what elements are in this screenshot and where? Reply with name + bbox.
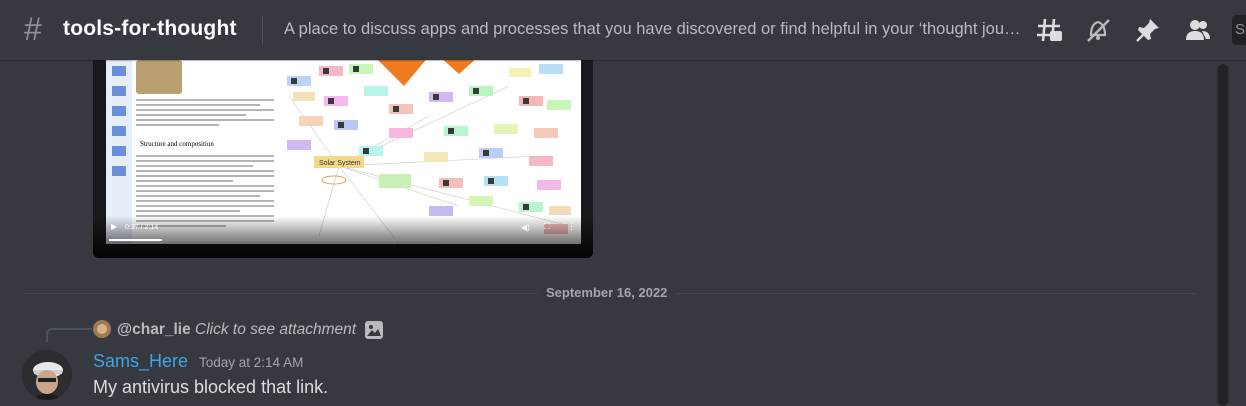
video-embed[interactable]: Structure and composition Solar System ▶… [93,56,593,258]
channel-hash-icon: # [24,11,42,47]
message-content: My antivirus blocked that link. [93,377,329,397]
header-divider [262,16,263,44]
pin-icon[interactable] [1134,16,1162,44]
more-options-icon[interactable]: ⋮ [567,221,576,232]
video-progress-fill [109,239,162,241]
channel-topic[interactable]: A place to discuss apps and processes th… [284,20,1022,39]
channel-header: # tools-for-thought A place to discuss a… [0,0,1246,60]
fullscreen-icon[interactable]: ⛶ [544,222,550,232]
reply-avatar[interactable] [93,320,111,338]
avatar[interactable] [22,350,72,400]
map-center-label: Solar System [319,160,361,167]
threads-icon[interactable] [1035,16,1063,44]
video-time: 0:37 / 2:14 [125,224,159,231]
play-icon[interactable]: ▶ [111,222,117,231]
volume-icon[interactable]: ◀) [521,223,530,232]
scrollbar-thumb[interactable] [1218,64,1228,406]
wiki-text-lines [136,96,274,129]
video-controls-overlay [93,216,593,258]
message-timestamp: Today at 2:14 AM [199,355,304,370]
reply-preview-text[interactable]: Click to see attachment [195,321,356,339]
image-attachment-icon [364,320,384,340]
message-author[interactable]: Sams_Here [93,351,188,372]
search-placeholder: S [1235,21,1246,38]
reply-spine [46,328,92,342]
channel-name: tools-for-thought [63,17,237,40]
search-box[interactable]: S [1232,15,1246,45]
reply-username[interactable]: @char_lie [117,321,191,339]
date-divider: September 16, 2022 [538,285,676,300]
muted-bell-icon[interactable] [1084,16,1112,44]
member-list-icon[interactable] [1184,16,1212,44]
wiki-section-heading: Structure and composition [140,140,214,148]
wiki-thumbnail [136,60,182,94]
